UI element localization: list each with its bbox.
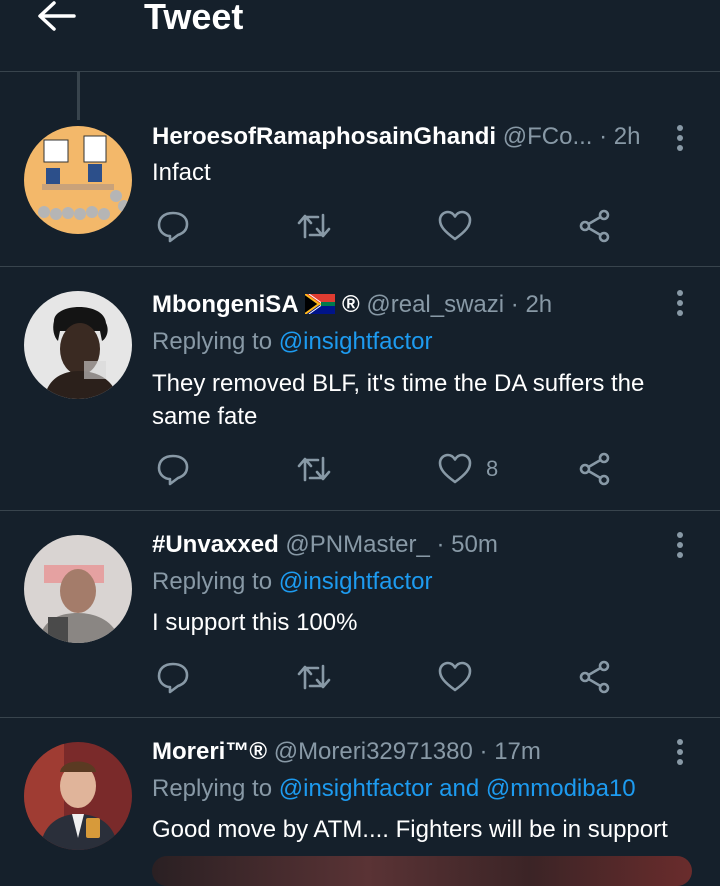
tweet-text: Infact	[152, 159, 211, 186]
reply-icon	[157, 662, 189, 694]
page-title: Tweet	[144, 0, 244, 37]
like-button[interactable]	[438, 206, 486, 246]
reply-icon	[157, 454, 189, 486]
more-button[interactable]	[668, 738, 692, 768]
mention-link[interactable]: @insightfactor	[279, 568, 433, 595]
tweet-actions	[152, 206, 632, 246]
retweet-icon	[297, 213, 331, 239]
share-button[interactable]	[578, 449, 612, 489]
tweet-item[interactable]: MbongeniSA ® @real_swazi · 2h Replying t…	[0, 267, 720, 511]
more-button[interactable]	[668, 289, 692, 319]
tweet-actions	[152, 657, 632, 697]
reply-icon	[157, 211, 189, 243]
mention-link[interactable]: @insightfactor	[279, 328, 433, 355]
user-handle: @PNMaster_	[285, 531, 430, 558]
heart-icon	[438, 453, 472, 484]
more-vertical-icon	[677, 290, 683, 316]
more-vertical-icon	[677, 739, 683, 765]
retweet-icon	[297, 456, 331, 482]
user-handle: @FCo...	[502, 123, 593, 150]
user-handle: @Moreri32971380	[273, 738, 473, 765]
tweet-header: #Unvaxxed @PNMaster_ · 50m	[152, 530, 498, 560]
replying-to-label: Replying to	[152, 328, 273, 355]
mention-link[interactable]: @insightfactor and @mmodiba10	[279, 775, 636, 802]
replying-to: Replying to @insightfactor	[152, 327, 433, 357]
south-africa-flag-icon	[304, 293, 336, 315]
tweet-header: Moreri™® @Moreri32971380 · 17m	[152, 737, 541, 767]
replying-to: Replying to @insightfactor	[152, 567, 433, 597]
share-icon	[579, 660, 610, 694]
tweet-time: · 17m	[479, 738, 541, 765]
tweet-text: I support this 100%	[152, 609, 358, 636]
display-name[interactable]: HeroesofRamaphosainGhandi	[152, 123, 496, 150]
heart-icon	[438, 661, 472, 692]
avatar[interactable]	[24, 291, 132, 399]
back-button[interactable]	[34, 0, 80, 34]
tweet-header: HeroesofRamaphosainGhandi @FCo... · 2h	[152, 122, 640, 152]
reply-button[interactable]	[156, 657, 190, 697]
retweet-button[interactable]	[296, 206, 332, 246]
retweet-button[interactable]	[296, 449, 332, 489]
replying-to-label: Replying to	[152, 568, 273, 595]
share-icon	[579, 452, 610, 486]
tweet-item[interactable]: HeroesofRamaphosainGhandi @FCo... · 2h I…	[0, 72, 720, 267]
share-button[interactable]	[578, 206, 612, 246]
tweet-item[interactable]: #Unvaxxed @PNMaster_ · 50m Replying to @…	[0, 511, 720, 718]
more-button[interactable]	[668, 531, 692, 561]
user-handle: @real_swazi	[366, 291, 505, 318]
tweet-media-image[interactable]	[152, 856, 692, 886]
registered-badge: ®	[342, 291, 360, 318]
reply-button[interactable]	[156, 449, 190, 489]
display-name[interactable]: #Unvaxxed	[152, 531, 279, 558]
avatar[interactable]	[24, 126, 132, 234]
like-button[interactable]: 8	[438, 449, 498, 489]
replying-to-label: Replying to	[152, 775, 273, 802]
like-button[interactable]	[438, 657, 486, 697]
display-name[interactable]: Moreri™®	[152, 738, 267, 765]
tweet-item[interactable]: Moreri™® @Moreri32971380 · 17m Replying …	[0, 718, 720, 872]
share-icon	[579, 209, 610, 243]
heart-icon	[438, 210, 472, 241]
replying-to: Replying to @insightfactor and @mmodiba1…	[152, 774, 636, 804]
avatar[interactable]	[24, 742, 132, 850]
retweet-icon	[297, 664, 331, 690]
more-vertical-icon	[677, 125, 683, 151]
more-vertical-icon	[677, 532, 683, 558]
tweet-header: MbongeniSA ® @real_swazi · 2h	[152, 290, 552, 320]
like-count: 8	[486, 456, 499, 481]
reply-button[interactable]	[156, 206, 190, 246]
share-button[interactable]	[578, 657, 612, 697]
arrow-left-icon	[38, 1, 76, 31]
tweet-time: · 50m	[436, 531, 498, 558]
tweet-time: · 2h	[510, 291, 553, 318]
avatar[interactable]	[24, 535, 132, 643]
retweet-button[interactable]	[296, 657, 332, 697]
more-button[interactable]	[668, 124, 692, 154]
display-name[interactable]: MbongeniSA	[152, 291, 299, 318]
tweet-text: Good move by ATM.... Fighters will be in…	[152, 816, 668, 843]
tweet-time: · 2h	[599, 123, 641, 150]
top-app-bar: Tweet	[0, 0, 720, 72]
tweet-text: They removed BLF, it's time the DA suffe…	[152, 370, 645, 430]
tweet-actions: 8	[152, 449, 632, 489]
